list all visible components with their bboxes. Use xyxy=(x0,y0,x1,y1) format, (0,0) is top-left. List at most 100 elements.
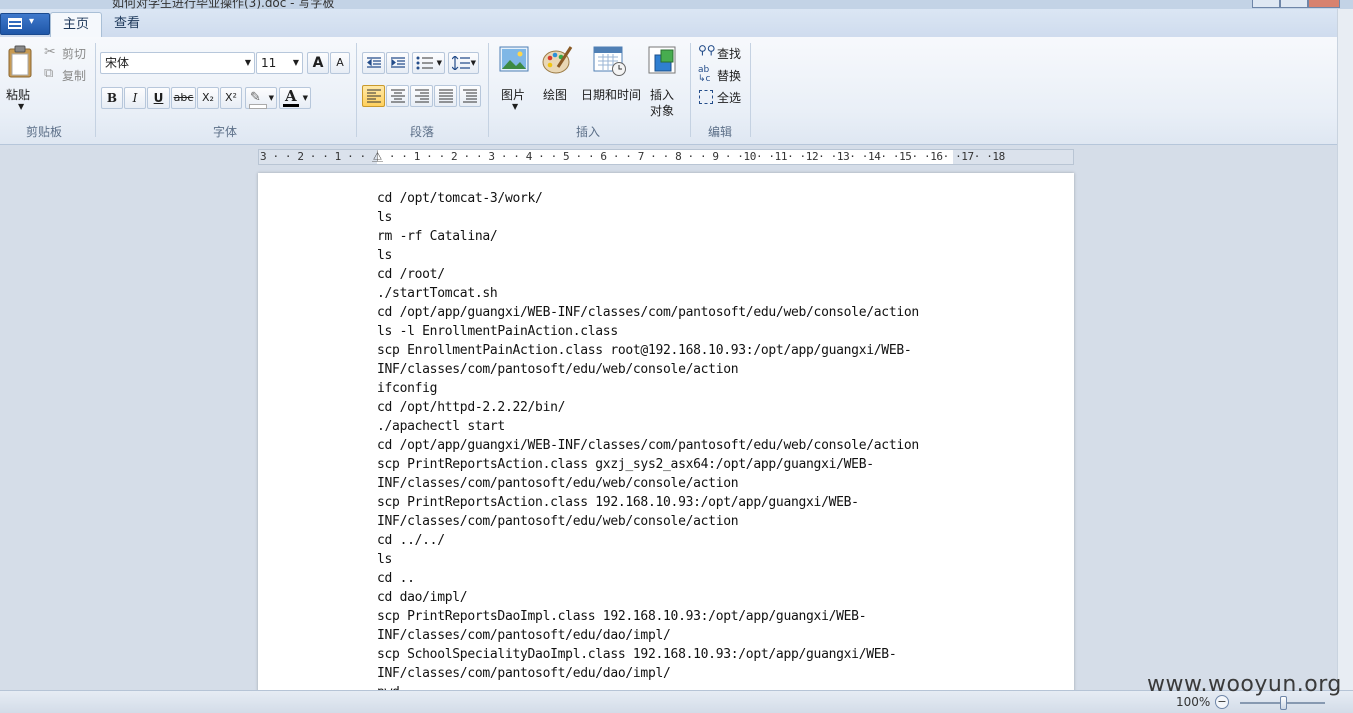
document-line[interactable]: scp PrintReportsAction.class gxzj_sys2_a… xyxy=(377,457,874,472)
vertical-scrollbar[interactable] xyxy=(1337,9,1353,712)
document-line[interactable]: rm -rf Catalina/ xyxy=(377,229,498,244)
palette-icon xyxy=(542,46,573,74)
insert-object-button[interactable]: 插入 对象 xyxy=(645,41,681,118)
paragraph-settings-button[interactable] xyxy=(459,85,481,107)
decrease-indent-button[interactable] xyxy=(362,52,385,74)
font-family-value: 宋体 xyxy=(105,56,130,70)
document-page[interactable]: cd /opt/tomcat-3/work/ ls rm -rf Catalin… xyxy=(258,173,1074,713)
align-right-button[interactable] xyxy=(410,85,433,107)
minimize-button[interactable] xyxy=(1252,0,1280,8)
document-line[interactable]: ls -l EnrollmentPainAction.class xyxy=(377,324,618,339)
superscript-button[interactable]: X² xyxy=(220,87,242,109)
document-line[interactable]: INF/classes/com/pantosoft/edu/web/consol… xyxy=(377,514,739,529)
picture-label: 图片 xyxy=(501,88,526,102)
document-line[interactable]: scp PrintReportsDaoImpl.class 192.168.10… xyxy=(377,609,867,624)
document-line[interactable]: scp SchoolSpecialityDaoImpl.class 192.16… xyxy=(377,647,897,662)
object-label-line2: 对象 xyxy=(650,104,675,118)
subscript-button[interactable]: X₂ xyxy=(197,87,219,109)
datetime-label: 日期和时间 xyxy=(581,88,642,102)
document-text[interactable]: cd /opt/tomcat-3/work/ ls rm -rf Catalin… xyxy=(377,189,919,702)
document-line[interactable]: INF/classes/com/pantosoft/edu/web/consol… xyxy=(377,362,739,377)
find-button[interactable]: ⚲⚲ 查找 xyxy=(696,42,746,62)
paint-label: 绘图 xyxy=(543,88,568,102)
highlight-color-swatch xyxy=(249,104,267,109)
bullet-list-icon xyxy=(416,56,433,70)
title-bar: 如何对学生进行毕业操作(3).doc - 写字板 xyxy=(0,0,1353,9)
menu-icon xyxy=(8,18,22,29)
document-line[interactable]: cd .. xyxy=(377,571,415,586)
paste-label: 粘贴 xyxy=(6,88,31,102)
picture-icon xyxy=(499,46,529,72)
find-label: 查找 xyxy=(717,47,742,61)
application-menu-button[interactable]: ▾ xyxy=(0,13,50,35)
font-color-button[interactable]: A ▼ xyxy=(279,87,311,109)
paragraph-group-label: 段落 xyxy=(409,125,434,139)
strikethrough-button[interactable]: abc xyxy=(171,87,196,109)
clipboard-group-label: 剪贴板 xyxy=(26,125,63,139)
chevron-down-icon: ▼ xyxy=(512,102,519,111)
document-line[interactable]: cd /opt/app/guangxi/WEB-INF/classes/com/… xyxy=(377,305,919,320)
document-line[interactable]: ls xyxy=(377,210,392,225)
ribbon: 粘贴 ▼ ✂ 剪切 ⧉ 复制 剪贴板 宋体 ▼ 11 ▼ A A B I U a… xyxy=(0,37,1338,145)
cut-button[interactable]: ✂ 剪切 xyxy=(43,42,91,62)
tab-view[interactable]: 查看 xyxy=(102,12,152,37)
grow-font-button[interactable]: A xyxy=(307,52,329,74)
document-line[interactable]: cd /root/ xyxy=(377,267,445,282)
zoom-slider-thumb[interactable] xyxy=(1280,696,1287,710)
justify-button[interactable] xyxy=(434,85,457,107)
document-line[interactable]: scp EnrollmentPainAction.class root@192.… xyxy=(377,343,912,358)
ruler[interactable]: 3 · · 2 · · 1 · · ⏅ · · 1 · · 2 · · 3 · … xyxy=(258,149,1074,165)
document-line[interactable]: cd /opt/tomcat-3/work/ xyxy=(377,191,543,206)
bold-button[interactable]: B xyxy=(101,87,123,109)
list-button[interactable]: ▼ xyxy=(412,52,445,74)
align-center-button[interactable] xyxy=(386,85,409,107)
group-separator xyxy=(95,43,96,137)
document-line[interactable]: cd ../../ xyxy=(377,533,445,548)
font-size-select[interactable]: 11 ▼ xyxy=(256,52,303,74)
italic-button[interactable]: I xyxy=(124,87,146,109)
scissors-icon: ✂ xyxy=(44,44,56,60)
insert-picture-button[interactable]: 图片 ▼ xyxy=(496,41,532,113)
shrink-font-button[interactable]: A xyxy=(330,52,350,74)
chevron-down-icon: ▼ xyxy=(470,59,476,67)
copy-icon: ⧉ xyxy=(44,66,54,81)
cut-label: 剪切 xyxy=(62,47,87,61)
font-family-select[interactable]: 宋体 ▼ xyxy=(100,52,255,74)
date-time-button[interactable]: 日期和时间 xyxy=(578,41,642,102)
ribbon-tabs: ▾ 主页 查看 xyxy=(0,9,1353,38)
line-spacing-button[interactable]: ▼ xyxy=(448,52,479,74)
underline-button[interactable]: U xyxy=(147,87,170,109)
align-left-button[interactable] xyxy=(362,85,385,107)
document-line[interactable]: INF/classes/com/pantosoft/edu/web/consol… xyxy=(377,476,739,491)
chevron-down-icon: ▼ xyxy=(268,94,274,102)
paste-button[interactable]: 粘贴 ▼ xyxy=(4,41,36,113)
copy-button[interactable]: ⧉ 复制 xyxy=(43,64,91,84)
replace-icon: ab ↳c xyxy=(698,65,711,84)
close-button[interactable] xyxy=(1308,0,1340,8)
document-line[interactable]: scp PrintReportsAction.class 192.168.10.… xyxy=(377,495,859,510)
select-all-button[interactable]: 全选 xyxy=(696,86,746,106)
document-line[interactable]: cd /opt/httpd-2.2.22/bin/ xyxy=(377,400,565,415)
font-group-label: 字体 xyxy=(212,125,237,139)
document-line[interactable]: ./startTomcat.sh xyxy=(377,286,498,301)
document-line[interactable]: ls xyxy=(377,552,392,567)
paint-drawing-button[interactable]: 绘图 xyxy=(538,41,574,102)
document-line[interactable]: ./apachectl start xyxy=(377,419,505,434)
chevron-down-icon: ▼ xyxy=(292,58,299,67)
document-line[interactable]: INF/classes/com/pantosoft/edu/dao/impl/ xyxy=(377,628,671,643)
document-line[interactable]: ifconfig xyxy=(377,381,438,396)
tab-home[interactable]: 主页 xyxy=(50,12,103,38)
increase-indent-button[interactable] xyxy=(386,52,409,74)
object-label-line1: 插入 xyxy=(650,88,675,102)
group-separator xyxy=(750,43,751,137)
ruler-scale: 3 · · 2 · · 1 · · ⏅ · · 1 · · 2 · · 3 · … xyxy=(260,150,1005,163)
document-line[interactable]: cd dao/impl/ xyxy=(377,590,468,605)
maximize-button[interactable] xyxy=(1280,0,1308,8)
document-line[interactable]: ls xyxy=(377,248,392,263)
document-line[interactable]: INF/classes/com/pantosoft/edu/dao/impl/ xyxy=(377,666,671,681)
document-line[interactable]: cd /opt/app/guangxi/WEB-INF/classes/com/… xyxy=(377,438,919,453)
font-color-swatch xyxy=(283,104,299,107)
replace-button[interactable]: ab ↳c 替换 xyxy=(696,64,746,84)
zoom-out-button[interactable]: − xyxy=(1215,695,1229,709)
highlight-color-button[interactable]: ✎ ▼ xyxy=(245,87,277,109)
